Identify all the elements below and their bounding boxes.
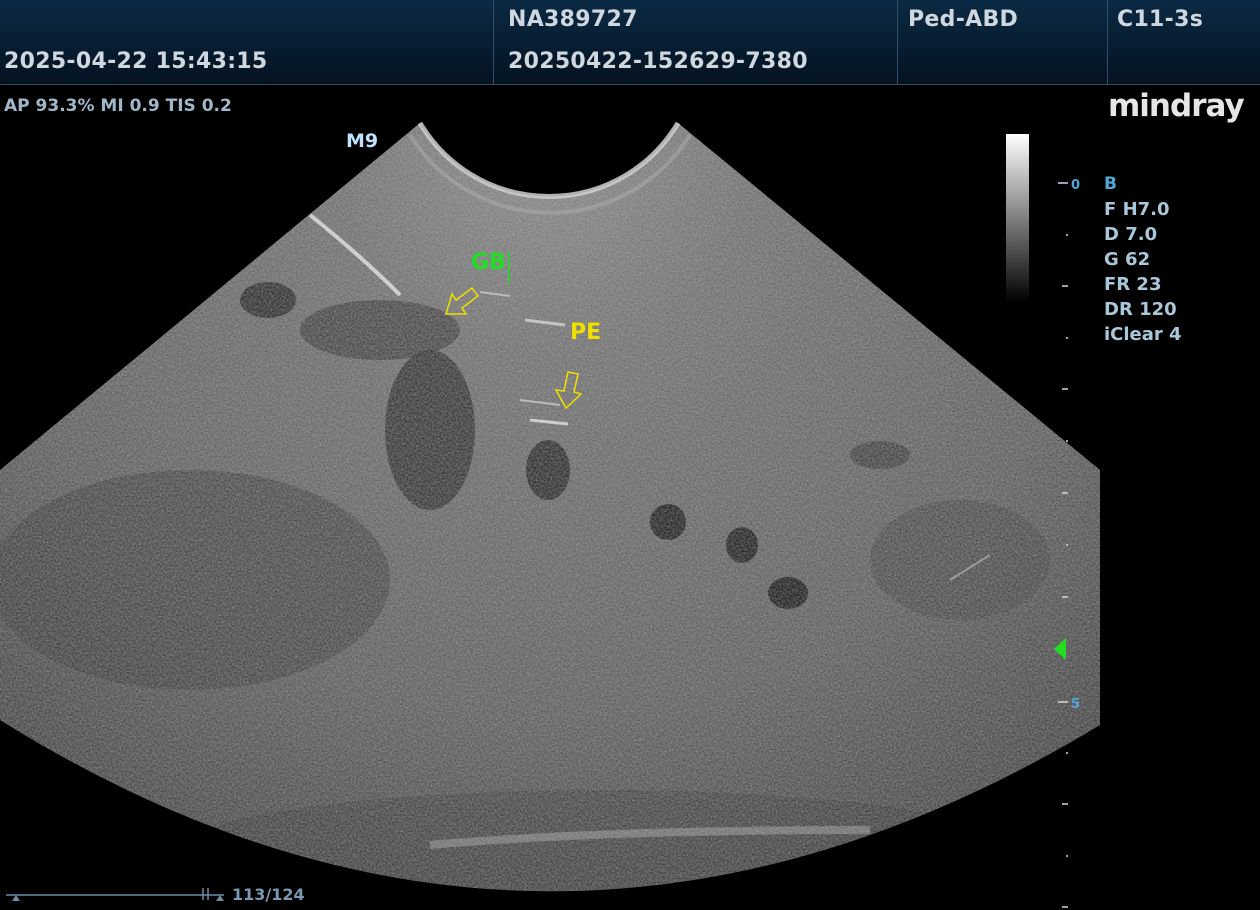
acoustic-output: AP 93.3% MI 0.9 TIS 0.2 bbox=[4, 96, 232, 116]
probe-name: C11-3s bbox=[1117, 7, 1204, 32]
annotation-pe[interactable]: PE bbox=[570, 320, 601, 345]
probe-cell[interactable]: C11-3s bbox=[1107, 0, 1260, 84]
imaging-parameters: B F H7.0 D 7.0 G 62 FR 23 DR 120 iClear … bbox=[1104, 172, 1182, 347]
param-mode: B bbox=[1104, 174, 1117, 194]
param-frequency: F H7.0 bbox=[1104, 199, 1170, 220]
patient-cell: NA389727 20250422-152629-7380 bbox=[493, 0, 898, 84]
depth-label-top: 0 bbox=[1071, 178, 1080, 193]
depth-label-mid: 5 bbox=[1071, 697, 1080, 712]
patient-id: NA389727 bbox=[508, 7, 638, 32]
param-depth: D 7.0 bbox=[1104, 224, 1158, 245]
ultrasound-image: 0 5 bbox=[0, 121, 1100, 908]
cine-frame-counter: 113/124 bbox=[232, 885, 305, 904]
exam-preset: Ped-ABD bbox=[908, 7, 1019, 32]
cine-progress-bar[interactable] bbox=[6, 888, 224, 901]
mindray-logo: mindray bbox=[1108, 88, 1245, 124]
ultrasound-screen: 0 5 2025-04-22 15:43:15 NA389727 2025042… bbox=[0, 0, 1260, 910]
annotation-gb[interactable]: GB bbox=[471, 250, 506, 275]
param-iclear: iClear 4 bbox=[1104, 324, 1182, 345]
preset-cell[interactable]: Ped-ABD bbox=[897, 0, 1108, 84]
header-bar: 2025-04-22 15:43:15 NA389727 20250422-15… bbox=[0, 0, 1260, 85]
exam-datetime: 2025-04-22 15:43:15 bbox=[4, 49, 268, 74]
param-frame-rate: FR 23 bbox=[1104, 274, 1162, 295]
probe-orientation-mark: M9 bbox=[346, 130, 379, 152]
grayscale-bar bbox=[1006, 134, 1029, 302]
exam-id: 20250422-152629-7380 bbox=[508, 49, 808, 74]
param-dynamic-range: DR 120 bbox=[1104, 299, 1177, 320]
param-gain: G 62 bbox=[1104, 249, 1151, 270]
